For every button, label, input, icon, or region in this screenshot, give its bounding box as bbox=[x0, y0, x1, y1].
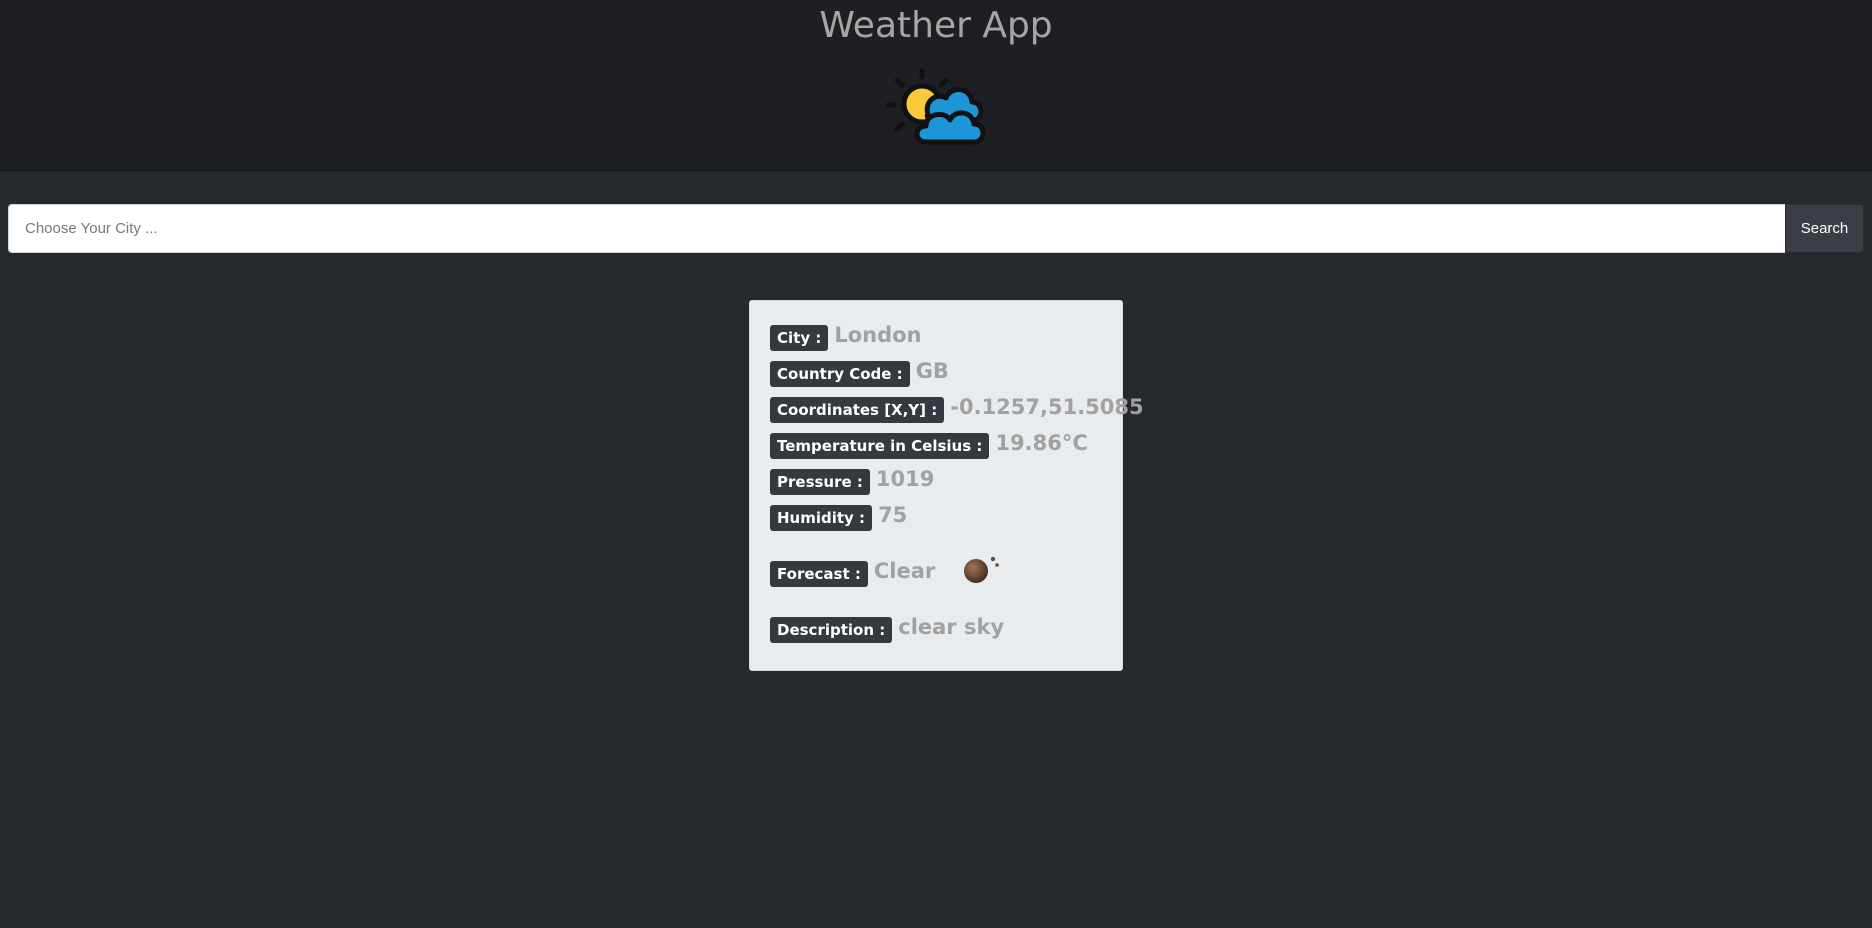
city-row: City : London bbox=[770, 319, 922, 351]
country-label: Country Code : bbox=[770, 361, 910, 387]
pressure-label: Pressure : bbox=[770, 469, 870, 495]
coordinates-value: -0.1257,51.5085 bbox=[950, 395, 1144, 419]
humidity-value: 75 bbox=[878, 503, 908, 527]
sun-behind-cloud-icon bbox=[885, 68, 986, 145]
description-value: clear sky bbox=[898, 615, 1005, 639]
country-row: Country Code : GB bbox=[770, 355, 949, 387]
city-value: London bbox=[834, 323, 922, 347]
city-search-input[interactable] bbox=[8, 204, 1785, 253]
humidity-label: Humidity : bbox=[770, 505, 873, 531]
temperature-value: 19.86°C bbox=[995, 431, 1088, 455]
search-bar: Search bbox=[8, 204, 1864, 253]
description-label: Description : bbox=[770, 617, 893, 643]
app-title: Weather App bbox=[819, 5, 1053, 46]
temperature-label: Temperature in Celsius : bbox=[770, 433, 990, 459]
clear-sky-icon bbox=[964, 556, 1000, 583]
app-header: Weather App bbox=[0, 0, 1872, 171]
country-value: GB bbox=[915, 359, 949, 383]
pressure-row: Pressure : 1019 bbox=[770, 463, 934, 495]
coordinates-row: Coordinates [X,Y] : -0.1257,51.5085 bbox=[770, 391, 1144, 423]
pressure-value: 1019 bbox=[875, 467, 935, 491]
forecast-value: Clear bbox=[873, 559, 936, 583]
weather-card: City : London Country Code : GB Coordina… bbox=[749, 300, 1144, 671]
coordinates-label: Coordinates [X,Y] : bbox=[770, 397, 945, 423]
temperature-row: Temperature in Celsius : 19.86°C bbox=[770, 427, 1088, 459]
city-label: City : bbox=[770, 325, 829, 351]
humidity-row: Humidity : 75 bbox=[770, 499, 907, 531]
search-button[interactable]: Search bbox=[1785, 204, 1864, 253]
forecast-row: Forecast : Clear bbox=[770, 553, 1003, 589]
forecast-label: Forecast : bbox=[770, 561, 868, 587]
description-row: Description : clear sky bbox=[770, 611, 1004, 643]
